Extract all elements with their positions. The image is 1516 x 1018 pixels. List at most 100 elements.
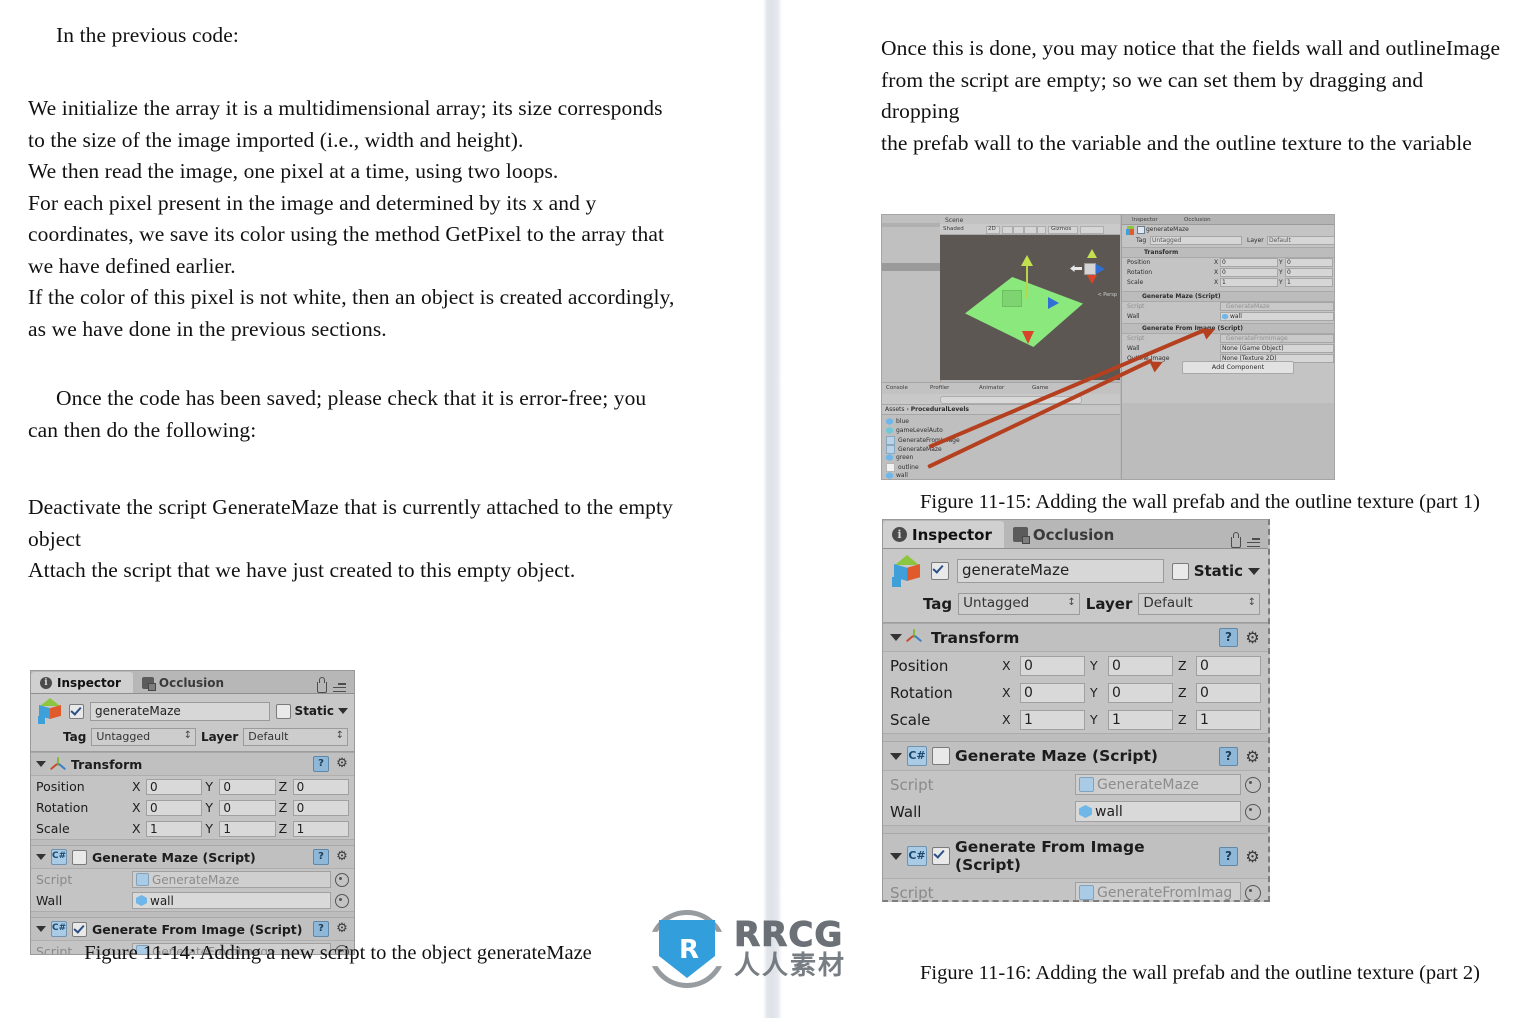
tab-game[interactable]: Game [1032, 385, 1048, 391]
lock-icon[interactable] [317, 677, 327, 693]
static-toggle-group[interactable]: Static [275, 703, 348, 719]
tab-occlusion[interactable]: Occlusion [1184, 217, 1211, 223]
help-icon[interactable]: ? [313, 921, 329, 937]
hierarchy-panel[interactable] [882, 215, 941, 403]
tag-dropdown[interactable]: Untagged [958, 593, 1080, 615]
position-z-input[interactable]: 0 [292, 778, 349, 795]
static-checkbox[interactable] [1171, 562, 1189, 580]
generate-from-image-component-header[interactable]: C# Generate From Image (Script) ? ⚙ [31, 917, 354, 941]
object-enabled-checkbox[interactable] [1137, 226, 1145, 234]
generate-from-image-component-header[interactable]: C# Generate From Image (Script) ? ⚙ [883, 833, 1268, 879]
rotation-z-input[interactable]: 0 [1196, 682, 1261, 703]
transform-component-header[interactable]: Transform ? ⚙ [883, 623, 1268, 652]
object-enabled-checkbox[interactable] [931, 562, 949, 580]
foldout-arrow-icon[interactable] [36, 761, 46, 767]
foldout-arrow-icon[interactable] [36, 854, 46, 860]
transform-component-header[interactable]: Transform ? ⚙ [31, 752, 354, 776]
rotation-x-input[interactable]: 0 [1020, 682, 1085, 703]
layer-dropdown[interactable]: Default [243, 728, 348, 746]
help-icon[interactable]: ? [1219, 628, 1238, 647]
generate-maze-component-header[interactable]: C# Generate Maze (Script) ? ⚙ [31, 845, 354, 869]
gear-icon[interactable]: ⚙ [335, 757, 349, 771]
add-component-button[interactable]: Add Component [1182, 361, 1294, 374]
gear-icon[interactable]: ⚙ [1244, 848, 1261, 865]
generate-from-image-enabled-checkbox[interactable] [932, 847, 950, 865]
tab-occlusion[interactable]: Occlusion [1004, 521, 1126, 548]
tab-inspector[interactable]: Inspector [1132, 217, 1158, 223]
kebab-menu-icon[interactable] [333, 683, 346, 692]
layer-dropdown[interactable]: Default [1138, 593, 1260, 615]
breadcrumb-folder[interactable]: ProceduralLevels [911, 406, 969, 413]
rotation-x-input[interactable] [1220, 268, 1278, 277]
generate-from-image-enabled-checkbox[interactable] [72, 921, 87, 937]
script-objectfield[interactable]: GenerateMaze [132, 871, 331, 888]
gear-icon[interactable]: ⚙ [335, 850, 349, 864]
static-toggle-group[interactable]: Static [1171, 562, 1260, 580]
scale-z-input[interactable]: 1 [1196, 709, 1261, 730]
scale-y-input[interactable] [1285, 278, 1333, 287]
position-y-input[interactable]: 0 [1108, 655, 1173, 676]
tab-inspector[interactable]: i Inspector [31, 672, 133, 693]
tab-animator[interactable]: Animator [979, 385, 1004, 391]
generate-maze-enabled-checkbox[interactable] [932, 747, 950, 765]
scale-y-input[interactable]: 1 [219, 820, 276, 837]
project-search-bar[interactable] [882, 394, 1120, 405]
object-picker-icon[interactable] [1245, 884, 1261, 900]
object-name-input[interactable]: generateMaze [90, 701, 270, 721]
object-picker-icon[interactable] [335, 893, 349, 908]
lock-icon[interactable] [1231, 532, 1241, 548]
object-name-input[interactable]: generateMaze [1146, 226, 1189, 233]
static-checkbox[interactable] [275, 703, 291, 719]
tab-occlusion[interactable]: Occlusion [133, 672, 236, 693]
tag-dropdown[interactable]: Untagged [91, 728, 197, 746]
tab-profiler[interactable]: Profiler [930, 385, 949, 391]
asset-item[interactable]: green [886, 454, 913, 461]
scale-y-input[interactable]: 1 [1108, 709, 1173, 730]
asset-item[interactable]: gameLevelAuto [886, 427, 943, 434]
help-icon[interactable]: ? [313, 849, 329, 865]
static-dropdown-caret-icon[interactable] [338, 708, 348, 714]
wall-objectfield[interactable]: wall [1075, 801, 1241, 822]
object-picker-icon[interactable] [1245, 803, 1261, 820]
rotation-x-input[interactable]: 0 [146, 799, 203, 816]
position-x-input[interactable] [1220, 258, 1278, 267]
project-assets-list[interactable]: blue gameLevelAuto GenerateFromImage Gen… [882, 415, 1120, 479]
position-z-input[interactable]: 0 [1196, 655, 1261, 676]
object-picker-icon[interactable] [335, 872, 349, 887]
object-enabled-checkbox[interactable] [69, 703, 84, 719]
scene-view[interactable]: < Persp [940, 235, 1120, 380]
rotation-y-input[interactable]: 0 [219, 799, 276, 816]
static-dropdown-caret-icon[interactable] [1248, 567, 1260, 575]
asset-item[interactable]: outline [886, 463, 919, 472]
figure-15-inspector[interactable]: Inspector Occlusion generateMaze Tag Unt… [1121, 215, 1334, 403]
rotation-y-input[interactable] [1285, 268, 1333, 277]
foldout-arrow-icon[interactable] [890, 634, 902, 641]
tab-inspector[interactable]: i Inspector [883, 521, 1004, 548]
script-objectfield[interactable]: GenerateMaze [1075, 774, 1241, 795]
generate-maze-component-header[interactable]: C# Generate Maze (Script) ? ⚙ [883, 741, 1268, 771]
rotation-y-input[interactable]: 0 [1108, 682, 1173, 703]
inspector-panel-figure-11-16[interactable]: i Inspector Occlusion generateMaze Stati… [882, 519, 1270, 902]
script-objectfield[interactable]: GenerateFromImag [1075, 882, 1241, 900]
foldout-arrow-icon[interactable] [36, 926, 46, 932]
scene-view-gizmo[interactable] [1068, 249, 1110, 289]
kebab-menu-icon[interactable] [1247, 538, 1260, 547]
foldout-arrow-icon[interactable] [890, 852, 902, 860]
position-y-input[interactable]: 0 [219, 778, 276, 795]
scale-z-input[interactable]: 1 [292, 820, 349, 837]
scene-toolbar[interactable]: Shaded 2D Gizmos [940, 224, 1120, 235]
object-name-input[interactable]: generateMaze [957, 559, 1164, 583]
object-picker-icon[interactable] [1245, 776, 1261, 793]
wall-objectfield[interactable]: wall [132, 892, 331, 909]
gear-icon[interactable]: ⚙ [1244, 748, 1261, 765]
position-y-input[interactable] [1285, 258, 1333, 267]
tab-console[interactable]: Console [886, 385, 908, 391]
scale-x-input[interactable] [1220, 278, 1278, 287]
gear-icon[interactable]: ⚙ [335, 922, 349, 936]
scale-x-input[interactable]: 1 [146, 820, 203, 837]
asset-item[interactable]: wall [886, 472, 908, 479]
position-x-input[interactable]: 0 [146, 778, 203, 795]
foldout-arrow-icon[interactable] [890, 752, 902, 760]
generate-maze-enabled-checkbox[interactable] [72, 849, 87, 865]
position-x-input[interactable]: 0 [1020, 655, 1085, 676]
